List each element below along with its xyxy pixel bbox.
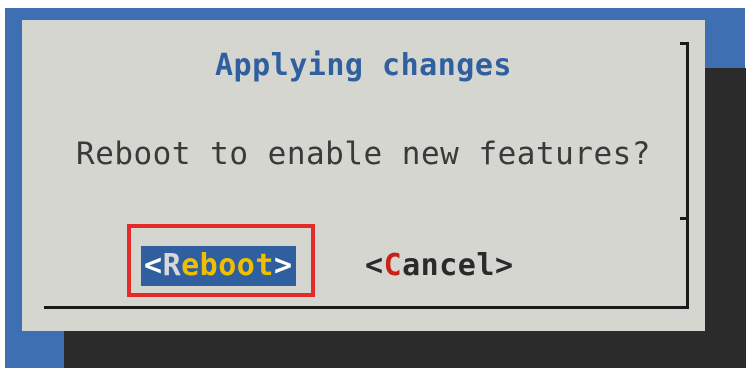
cancel-label-rest: ancel — [402, 248, 495, 283]
dialog-frame-right — [686, 42, 689, 309]
dialog-frame-separator — [680, 217, 689, 220]
dialog-message: Reboot to enable new features? — [76, 136, 651, 172]
cancel-hotkey: C — [383, 248, 403, 283]
terminal-screen: Applying changes Reboot to enable new fe… — [0, 0, 746, 375]
cancel-close-bracket: > — [494, 248, 514, 283]
dialog-shadow-right — [705, 68, 746, 368]
reboot-highlight-annotation — [127, 224, 315, 297]
dialog-title: Applying changes — [215, 48, 512, 83]
dialog-shadow-bottom — [64, 331, 746, 368]
dialog-frame-corner-top — [680, 42, 689, 45]
confirm-dialog: Applying changes Reboot to enable new fe… — [22, 20, 705, 331]
cancel-button[interactable]: <Cancel> — [365, 246, 514, 286]
dialog-frame-bottom — [44, 306, 689, 309]
cancel-open-bracket: < — [365, 248, 384, 283]
